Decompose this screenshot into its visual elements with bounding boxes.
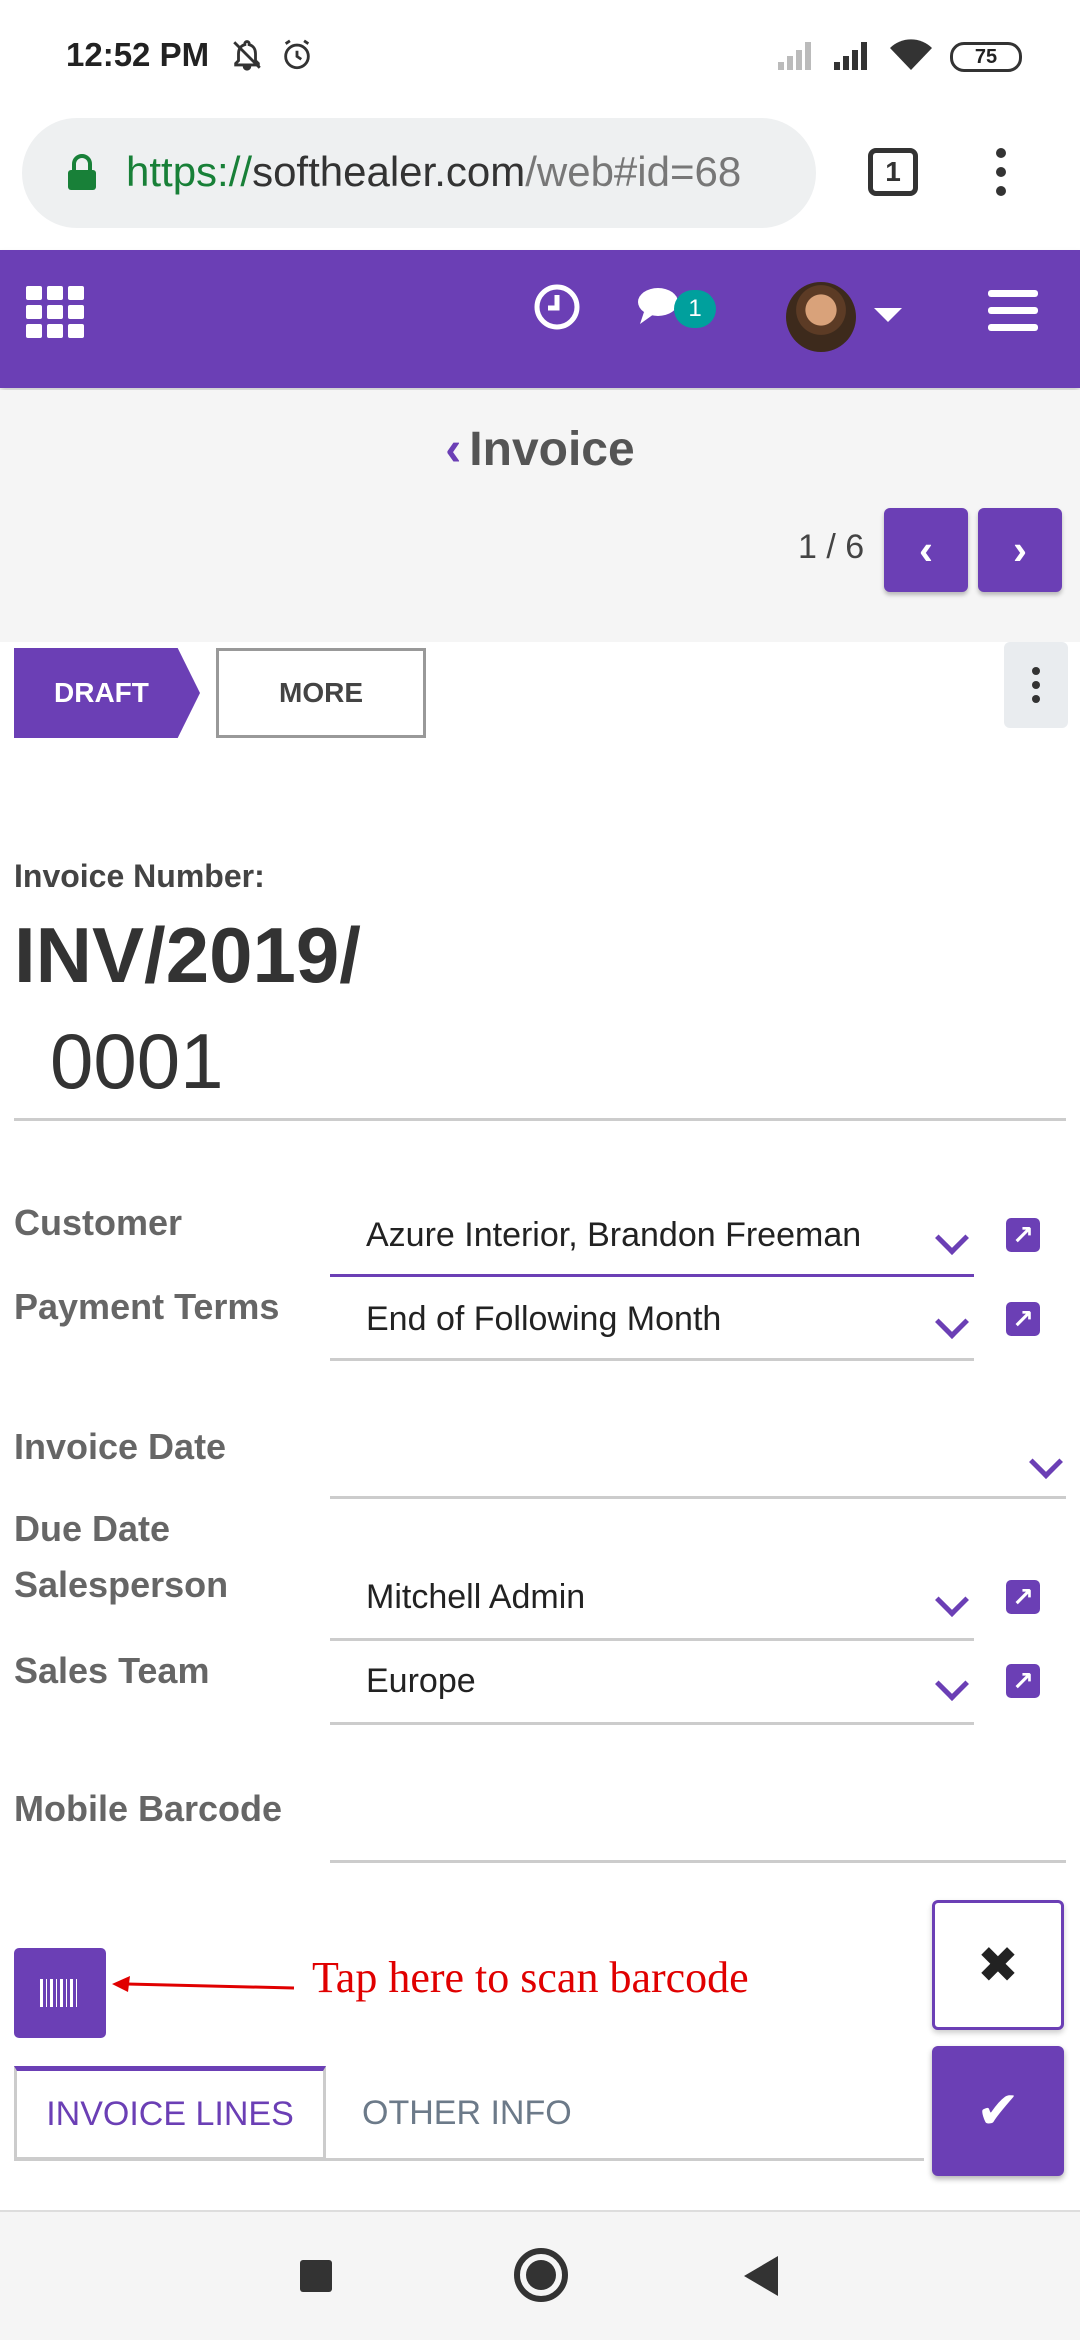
title-divider xyxy=(14,1118,1066,1121)
customer-label: Customer xyxy=(14,1202,183,1243)
scan-barcode-button[interactable] xyxy=(14,1948,106,2038)
salesperson-field[interactable]: Mitchell Admin xyxy=(366,1578,585,1617)
chat-badge: 1 xyxy=(674,290,716,328)
back-icon[interactable] xyxy=(744,2256,778,2296)
battery-indicator: 75 xyxy=(950,42,1022,72)
hamburger-menu-icon[interactable] xyxy=(988,290,1038,332)
pager-previous-button[interactable]: ‹ xyxy=(884,508,968,592)
external-link-icon[interactable]: ↗ xyxy=(1006,1664,1040,1698)
sales-team-field[interactable]: Europe xyxy=(366,1662,476,1701)
signal-icon xyxy=(834,40,874,70)
breadcrumb-label: Invoice xyxy=(469,423,635,476)
caret-down-icon[interactable] xyxy=(874,308,902,322)
invoice-date-underline xyxy=(330,1496,1066,1499)
check-icon: ✔ xyxy=(976,2082,1020,2140)
avatar[interactable] xyxy=(786,282,856,352)
chevron-left-icon: ‹ xyxy=(445,423,462,476)
discard-button[interactable]: ✖ xyxy=(932,1900,1064,2030)
apps-menu-icon[interactable] xyxy=(26,286,84,338)
sales-team-underline xyxy=(330,1722,974,1725)
more-button[interactable]: MORE xyxy=(216,648,426,738)
invoice-number: INV/2019/ xyxy=(14,911,361,999)
clock-icon[interactable] xyxy=(532,282,582,332)
chevron-down-icon[interactable] xyxy=(935,1305,969,1339)
customer-underline xyxy=(330,1274,974,1277)
status-time: 12:52 PM xyxy=(66,36,210,73)
pager-next-button[interactable]: › xyxy=(978,508,1062,592)
customer-field[interactable]: Azure Interior, Brandon Freeman xyxy=(366,1216,861,1255)
mobile-barcode-label: Mobile Barcode xyxy=(14,1788,283,1829)
payment-terms-field[interactable]: End of Following Month xyxy=(366,1300,721,1339)
annotation-text: Tap here to scan barcode xyxy=(312,1953,749,2002)
url-text[interactable]: https://softhealer.com/web#id=68 xyxy=(126,148,796,196)
breadcrumb[interactable]: ‹ Invoice xyxy=(0,422,1080,477)
notifications-off-icon xyxy=(230,38,264,72)
url-path: /web#id=68 xyxy=(525,148,742,195)
external-link-icon[interactable]: ↗ xyxy=(1006,1218,1040,1252)
status-draft[interactable]: DRAFT xyxy=(14,648,200,738)
alarm-icon xyxy=(280,38,314,72)
barcode-icon xyxy=(40,1979,80,2007)
home-icon[interactable] xyxy=(514,2248,568,2302)
external-link-icon[interactable]: ↗ xyxy=(1006,1302,1040,1336)
chevron-left-icon: ‹ xyxy=(919,526,933,573)
tab-switcher-button[interactable]: 1 xyxy=(868,148,918,196)
chevron-down-icon[interactable] xyxy=(935,1667,969,1701)
browser-menu-icon[interactable] xyxy=(996,148,1008,198)
tab-invoice-lines[interactable]: INVOICE LINES xyxy=(14,2066,326,2160)
chevron-down-icon[interactable] xyxy=(1029,1445,1063,1479)
mobile-barcode-underline xyxy=(330,1860,1066,1863)
salesperson-underline xyxy=(330,1638,974,1641)
close-icon: ✖ xyxy=(977,1937,1019,1993)
sales-team-label: Sales Team xyxy=(14,1650,210,1691)
lock-icon xyxy=(66,154,98,192)
salesperson-label: Salesperson xyxy=(14,1564,229,1605)
payment-terms-underline xyxy=(330,1358,974,1361)
invoice-number-suffix: 0001 xyxy=(50,1017,224,1105)
external-link-icon[interactable]: ↗ xyxy=(1006,1580,1040,1614)
chevron-down-icon[interactable] xyxy=(935,1583,969,1617)
wifi-icon xyxy=(888,38,934,72)
chevron-down-icon[interactable] xyxy=(935,1221,969,1255)
signal-icon xyxy=(778,40,818,70)
invoice-number-label: Invoice Number: xyxy=(14,858,265,894)
recents-icon[interactable] xyxy=(300,2260,332,2292)
form-options-icon[interactable] xyxy=(1004,642,1068,728)
due-date-label: Due Date xyxy=(14,1508,171,1549)
pager-value[interactable]: 1 / 6 xyxy=(798,528,864,567)
invoice-date-label: Invoice Date xyxy=(14,1426,227,1467)
url-scheme: https:// xyxy=(126,148,253,195)
annotation-arrow xyxy=(110,1970,296,2000)
save-button[interactable]: ✔ xyxy=(932,2046,1064,2176)
chevron-right-icon: › xyxy=(1013,526,1027,573)
url-host: softhealer.com xyxy=(252,148,526,195)
payment-terms-label: Payment Terms xyxy=(14,1286,280,1327)
tab-other-info[interactable]: OTHER INFO xyxy=(362,2094,572,2133)
